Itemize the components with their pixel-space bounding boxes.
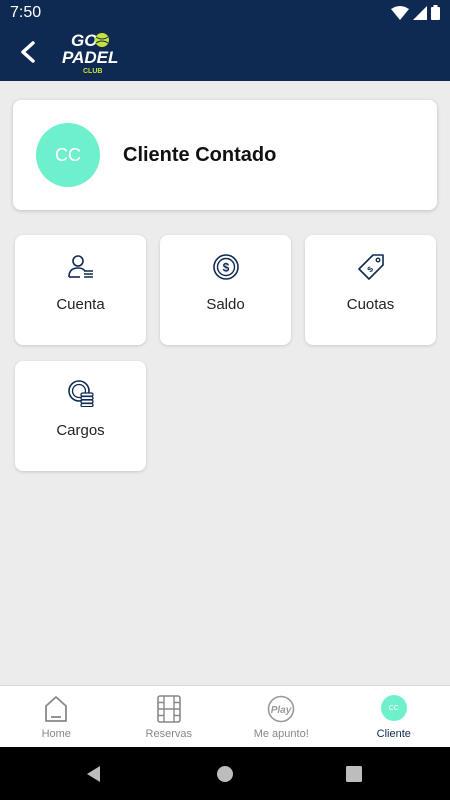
svg-text:$: $ [365,264,375,274]
tab-me-apunto-label: Me apunto! [253,728,309,740]
tab-reservas-label: Reservas [145,728,192,740]
home-icon [45,696,68,722]
tab-home[interactable]: Home [0,686,113,747]
tab-cliente-label: Cliente [376,728,411,740]
play-icon: Play [267,695,295,723]
tab-reservas[interactable]: Reservas [113,686,226,747]
cargos-tile[interactable]: Cargos [15,361,146,471]
svg-text:CLUB: CLUB [83,68,102,75]
tab-home-label: Home [41,728,71,740]
status-bar: 7:50 [0,0,450,26]
svg-text:$: $ [222,261,229,275]
status-icons [391,5,440,20]
cuotas-tile[interactable]: $ Cuotas [305,235,436,345]
app-header: 7:50 GO PADEL CLUB [0,0,450,81]
coin-dollar-icon: $ [212,254,239,280]
status-time: 7:50 [10,4,42,21]
go-padel-club-logo: GO PADEL CLUB [62,31,118,75]
svg-text:PADEL: PADEL [62,48,118,67]
bottom-tab-bar: Home Reservas Play Me apunto! CC Cliente [0,685,450,747]
avatar: CC [36,123,100,187]
profile-name: Cliente Contado [123,144,277,166]
back-button[interactable] [14,38,42,66]
saldo-label: Saldo [206,296,245,313]
profile-card: CC Cliente Contado [13,100,437,210]
back-arrow-icon [21,41,35,63]
cuotas-label: Cuotas [346,296,395,313]
nav-recents-icon[interactable] [342,762,366,786]
system-nav-bar [0,747,450,800]
signal-icon [413,5,427,20]
svg-text:Play: Play [271,705,292,716]
nav-back-icon[interactable] [82,762,106,786]
cargos-label: Cargos [56,422,105,439]
nav-home-icon[interactable] [213,762,237,786]
saldo-tile[interactable]: $ Saldo [160,235,291,345]
user-list-icon [67,255,93,278]
tab-cliente-avatar: CC [380,695,407,721]
price-tag-icon: $ [357,254,384,280]
tab-cliente[interactable]: CC Cliente [338,686,450,747]
film-court-icon [156,695,181,723]
wifi-icon [391,5,409,20]
cuenta-label: Cuenta [56,296,105,313]
coins-stack-icon [67,380,94,407]
tab-me-apunto[interactable]: Play Me apunto! [225,686,338,747]
battery-icon [431,5,440,20]
cuenta-tile[interactable]: Cuenta [15,235,146,345]
